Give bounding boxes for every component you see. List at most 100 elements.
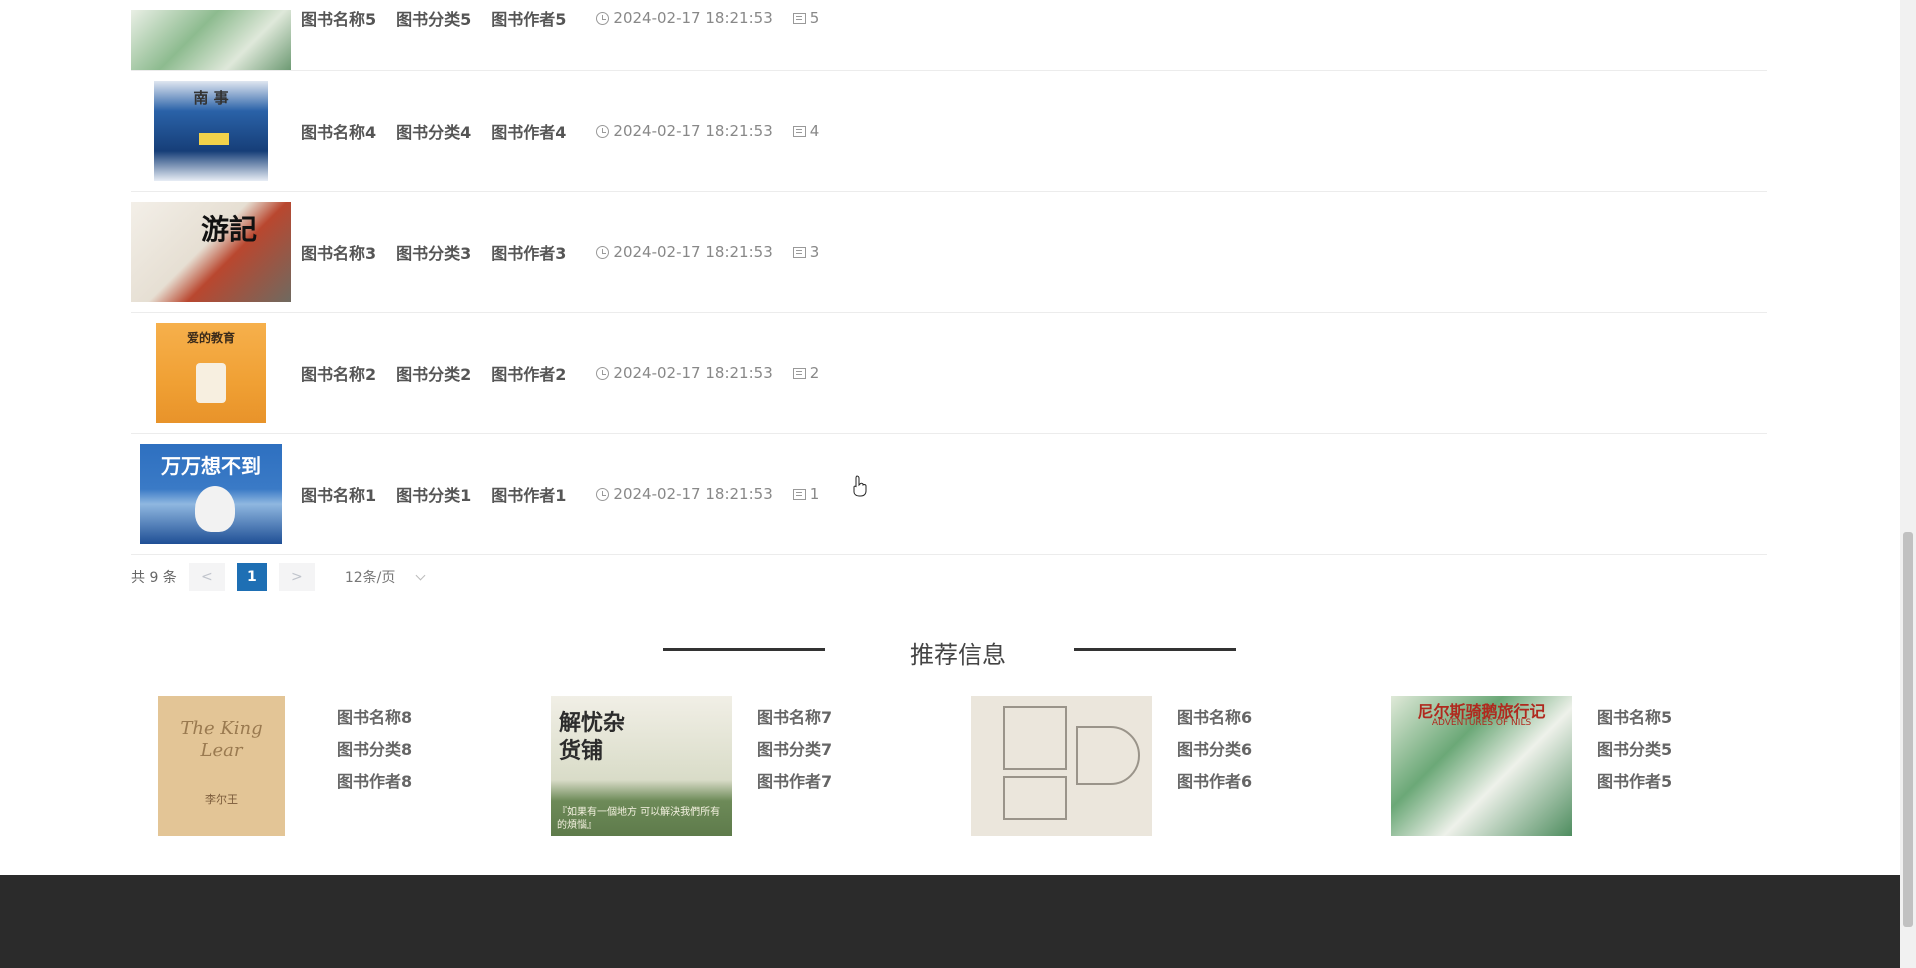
publish-time: 2024-02-17 18:21:53 xyxy=(596,364,773,382)
cover-glyph xyxy=(1003,706,1067,770)
recommend-author: 图书作者7 xyxy=(757,772,833,791)
cover-title: 解忧杂货铺 xyxy=(559,711,626,764)
clock-icon xyxy=(596,366,610,380)
time-text: 2024-02-17 18:21:53 xyxy=(613,9,773,27)
cover-subtitle: ADVENTURES OF NILS xyxy=(1431,718,1532,728)
book-cover[interactable]: 万万想不到 xyxy=(131,444,291,544)
count-text: 3 xyxy=(809,243,820,261)
clock-icon xyxy=(596,11,610,25)
comment-icon xyxy=(792,367,806,379)
vertical-scrollbar[interactable] xyxy=(1900,0,1916,968)
book-name[interactable]: 图书名称1 xyxy=(301,482,376,506)
recommend-item[interactable]: 解忧杂货铺 『如果有一個地方 可以解決我們所有的煩惱』 图书名称7 图书分类7 … xyxy=(551,696,832,836)
publish-time: 2024-02-17 18:21:53 xyxy=(596,122,773,140)
cover-title: The King Lear xyxy=(180,718,263,761)
comment-icon xyxy=(792,246,806,258)
book-name[interactable]: 图书名称4 xyxy=(301,119,376,143)
book-author: 图书作者5 xyxy=(491,10,567,29)
cover-image xyxy=(971,696,1152,836)
recommend-name[interactable]: 图书名称8 xyxy=(337,702,412,734)
view-count: 2 xyxy=(792,364,819,382)
cover-figure xyxy=(196,363,226,403)
cover-title: 万万想不到 xyxy=(161,454,261,478)
cover-title: 南 事 xyxy=(193,89,229,107)
hand-cursor-icon xyxy=(853,475,867,497)
book-author: 图书作者2 xyxy=(491,365,567,384)
page-1-button[interactable]: 1 xyxy=(236,563,267,591)
recommend-name[interactable]: 图书名称6 xyxy=(1177,702,1252,734)
page-size-value: 12条/页 xyxy=(344,570,396,586)
book-author: 图书作者3 xyxy=(491,244,567,263)
book-category: 图书分类3 xyxy=(396,244,472,263)
total-count: 共 9 条 xyxy=(131,570,177,586)
recommend-cover[interactable]: The King Lear 李尔王 xyxy=(131,696,312,836)
recommend-name[interactable]: 图书名称5 xyxy=(1597,702,1672,734)
list-item[interactable]: 图书名称5 图书分类5 图书作者5 2024-02-17 18:21:53 5 xyxy=(131,0,1767,71)
publish-time: 2024-02-17 18:21:53 xyxy=(596,9,773,27)
list-item[interactable]: 万万想不到 图书名称1 图书分类1 图书作者1 2024-02-17 18:21… xyxy=(131,434,1767,555)
recommend-cover[interactable]: 尼尔斯骑鹅旅行记 ADVENTURES OF NILS xyxy=(1391,696,1572,836)
comment-icon xyxy=(792,125,806,137)
footer xyxy=(0,875,1900,968)
scrollbar-thumb[interactable] xyxy=(1903,532,1913,927)
title-divider-right xyxy=(1074,648,1236,651)
view-count: 5 xyxy=(792,9,820,27)
cover-title: 爱的教育 xyxy=(186,331,235,345)
cover-glyph xyxy=(1003,776,1067,820)
cover-image: 尼尔斯骑鹅旅行记 ADVENTURES OF NILS xyxy=(1391,696,1572,836)
cover-subtitle: 李尔王 xyxy=(205,793,238,806)
next-page-button[interactable]: > xyxy=(278,563,315,591)
recommend-title: 推荐信息 xyxy=(910,641,1006,669)
recommend-cover[interactable] xyxy=(971,696,1152,836)
cover-glyph xyxy=(1076,726,1140,785)
recommend-item[interactable]: 尼尔斯骑鹅旅行记 ADVENTURES OF NILS 图书名称5 图书分类5 … xyxy=(1391,696,1672,836)
view-count: 4 xyxy=(792,122,820,140)
book-cover[interactable]: 游記 xyxy=(131,202,291,302)
book-name[interactable]: 图书名称5 xyxy=(301,6,376,30)
publish-time: 2024-02-17 18:21:53 xyxy=(596,243,773,261)
list-item[interactable]: 爱的教育 图书名称2 图书分类2 图书作者2 2024-02-17 18:21:… xyxy=(131,313,1767,434)
recommend-item[interactable]: 图书名称6 图书分类6 图书作者6 xyxy=(971,696,1252,836)
chevron-down-icon xyxy=(415,570,426,580)
book-cover[interactable]: 南 事 xyxy=(131,81,291,181)
cover-image: 南 事 xyxy=(154,81,268,181)
book-cover[interactable] xyxy=(131,10,291,70)
recommend-author: 图书作者5 xyxy=(1597,772,1673,791)
count-text: 5 xyxy=(809,9,820,27)
comment-icon xyxy=(792,488,806,500)
view-count: 1 xyxy=(792,485,819,503)
recommend-name[interactable]: 图书名称7 xyxy=(757,702,832,734)
time-text: 2024-02-17 18:21:53 xyxy=(613,122,773,140)
clock-icon xyxy=(596,245,610,259)
recommend-item[interactable]: The King Lear 李尔王 图书名称8 图书分类8 图书作者8 xyxy=(131,696,412,836)
publish-time: 2024-02-17 18:21:53 xyxy=(596,485,773,503)
book-author: 图书作者4 xyxy=(491,123,567,142)
view-count: 3 xyxy=(792,243,820,261)
cover-image: 解忧杂货铺 『如果有一個地方 可以解決我們所有的煩惱』 xyxy=(551,696,732,836)
cover-title: 游記 xyxy=(201,213,258,246)
comment-icon xyxy=(792,12,806,24)
prev-page-button[interactable]: < xyxy=(188,563,225,591)
recommend-category: 图书分类5 xyxy=(1597,740,1673,759)
book-cover[interactable]: 爱的教育 xyxy=(131,323,291,423)
book-name[interactable]: 图书名称3 xyxy=(301,240,376,264)
book-category: 图书分类5 xyxy=(396,10,472,29)
time-text: 2024-02-17 18:21:53 xyxy=(613,364,773,382)
list-item[interactable]: 游記 图书名称3 图书分类3 图书作者3 2024-02-17 18:21:53… xyxy=(131,192,1767,313)
recommend-author: 图书作者6 xyxy=(1177,772,1253,791)
page-size-select[interactable]: 12条/页 xyxy=(344,567,426,587)
list-item[interactable]: 南 事 图书名称4 图书分类4 图书作者4 2024-02-17 18:21:5… xyxy=(131,71,1767,192)
cover-image: The King Lear 李尔王 xyxy=(158,696,285,836)
pagination: 共 9 条 < 1 > 12条/页 xyxy=(131,563,426,591)
cover-image xyxy=(131,10,291,70)
time-text: 2024-02-17 18:21:53 xyxy=(613,485,773,503)
book-author: 图书作者1 xyxy=(491,486,567,505)
recommend-author: 图书作者8 xyxy=(337,772,413,791)
recommend-category: 图书分类6 xyxy=(1177,740,1253,759)
cover-image: 游記 xyxy=(131,202,291,302)
book-category: 图书分类4 xyxy=(396,123,472,142)
recommend-cover[interactable]: 解忧杂货铺 『如果有一個地方 可以解決我們所有的煩惱』 xyxy=(551,696,732,836)
book-name[interactable]: 图书名称2 xyxy=(301,361,376,385)
cover-subtitle: 『如果有一個地方 可以解決我們所有的煩惱』 xyxy=(557,807,721,831)
count-text: 4 xyxy=(809,122,820,140)
